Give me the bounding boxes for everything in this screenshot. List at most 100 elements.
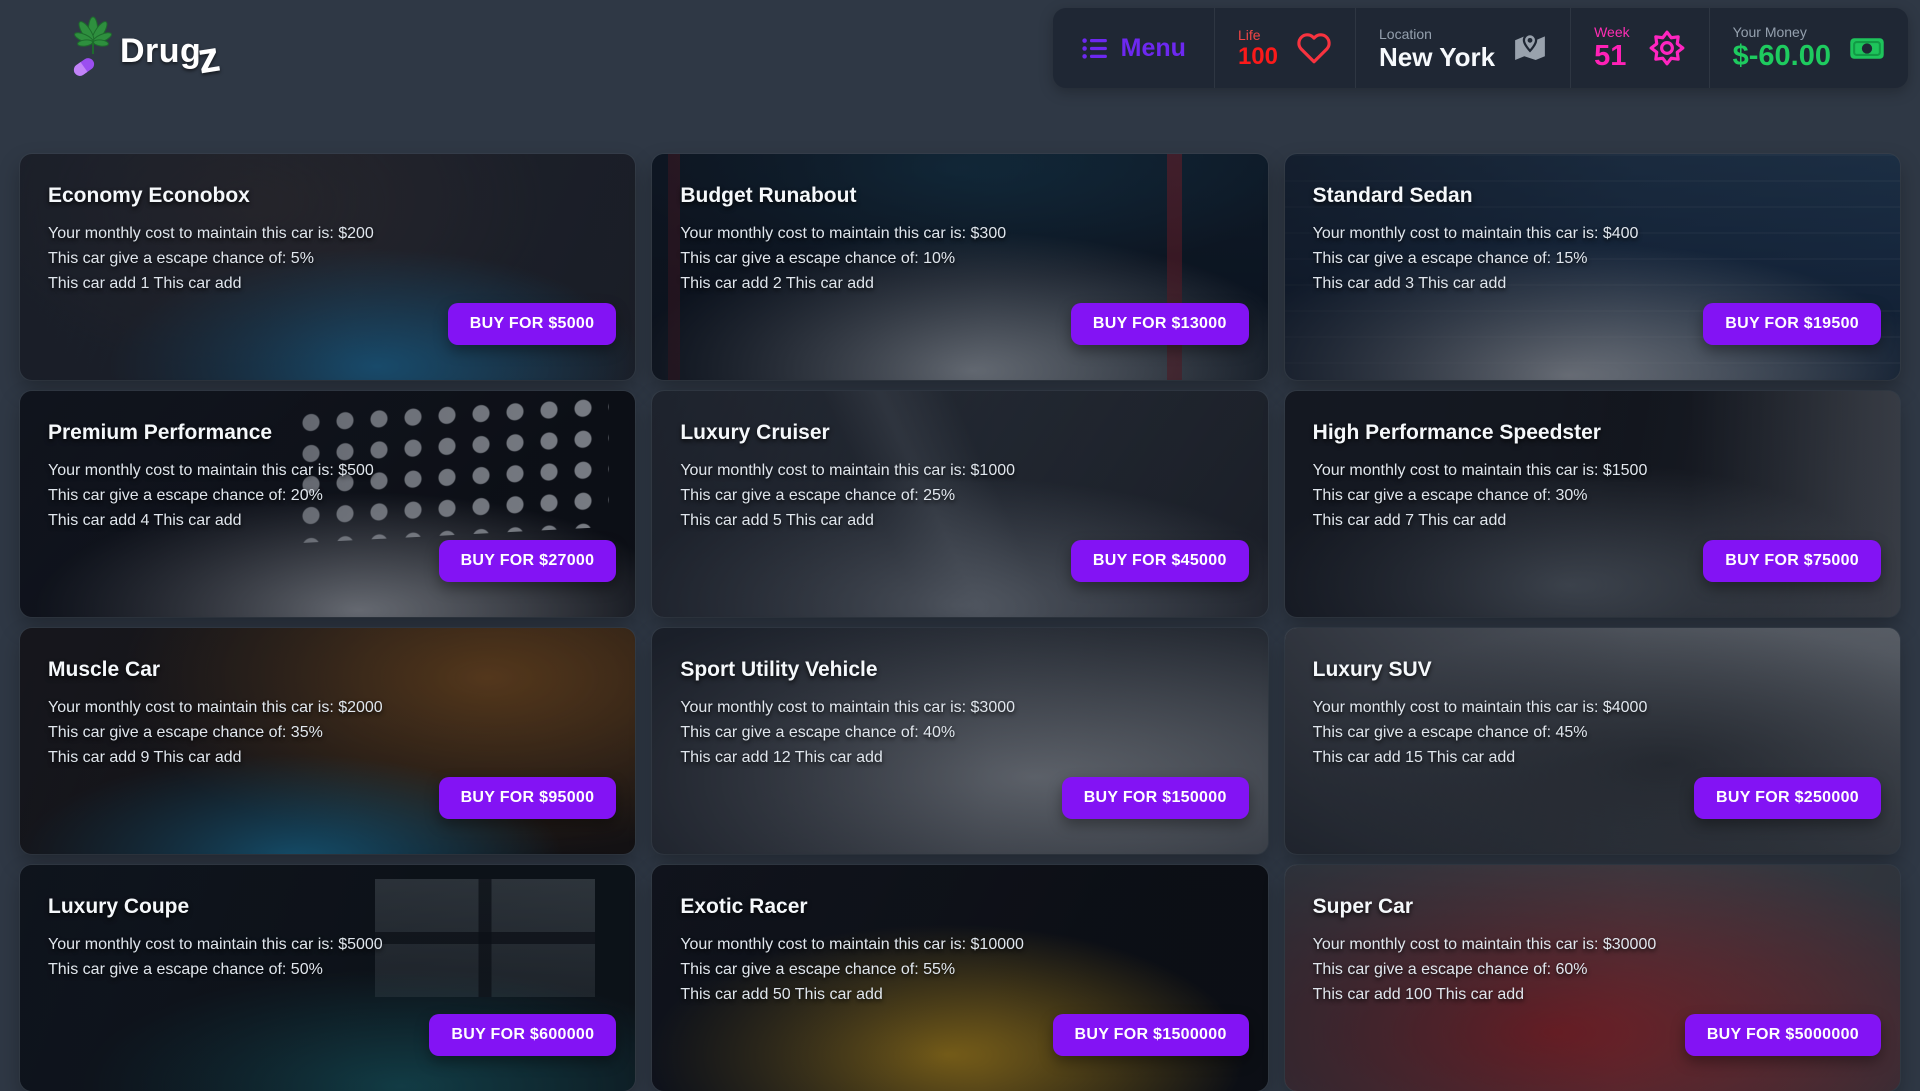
car-name: Budget Runabout: [680, 184, 1239, 208]
car-add-line: This car add 15 This car add: [1313, 749, 1872, 767]
car-card-content: Luxury Cruiser Your monthly cost to main…: [652, 391, 1267, 530]
car-name: Luxury SUV: [1313, 658, 1872, 682]
car-escape-chance-line: This car give a escape chance of: 30%: [1313, 487, 1872, 505]
buy-button[interactable]: BUY FOR $13000: [1071, 303, 1249, 345]
pill-icon: [72, 56, 97, 78]
buy-button[interactable]: BUY FOR $5000: [448, 303, 617, 345]
car-card: High Performance Speedster Your monthly …: [1285, 391, 1900, 617]
car-monthly-cost-line: Your monthly cost to maintain this car i…: [48, 936, 607, 954]
car-card: Exotic Racer Your monthly cost to mainta…: [652, 865, 1267, 1091]
buy-button[interactable]: BUY FOR $150000: [1062, 777, 1249, 819]
car-card-content: Sport Utility Vehicle Your monthly cost …: [652, 628, 1267, 767]
week-value: 51: [1594, 42, 1630, 71]
life-value: 100: [1238, 45, 1278, 69]
car-name: Exotic Racer: [680, 895, 1239, 919]
car-monthly-cost-line: Your monthly cost to maintain this car i…: [1313, 699, 1872, 717]
buy-button[interactable]: BUY FOR $45000: [1071, 540, 1249, 582]
life-label: Life: [1238, 28, 1278, 42]
car-name: Luxury Cruiser: [680, 421, 1239, 445]
car-escape-chance-line: This car give a escape chance of: 40%: [680, 724, 1239, 742]
car-monthly-cost-line: Your monthly cost to maintain this car i…: [1313, 225, 1872, 243]
app-logo[interactable]: Drugz: [62, 8, 220, 88]
car-monthly-cost-line: Your monthly cost to maintain this car i…: [680, 936, 1239, 954]
car-card: Standard Sedan Your monthly cost to main…: [1285, 154, 1900, 380]
week-label: Week: [1594, 25, 1630, 39]
car-card-content: Luxury SUV Your monthly cost to maintain…: [1285, 628, 1900, 767]
car-card: Budget Runabout Your monthly cost to mai…: [652, 154, 1267, 380]
heart-icon: [1296, 31, 1332, 65]
car-name: Super Car: [1313, 895, 1872, 919]
car-card: Premium Performance Your monthly cost to…: [20, 391, 635, 617]
car-monthly-cost-line: Your monthly cost to maintain this car i…: [48, 225, 607, 243]
gear-icon: [1648, 29, 1686, 67]
car-monthly-cost-line: Your monthly cost to maintain this car i…: [48, 462, 607, 480]
car-card-content: Luxury Coupe Your monthly cost to mainta…: [20, 865, 635, 979]
car-monthly-cost-line: Your monthly cost to maintain this car i…: [680, 225, 1239, 243]
car-escape-chance-line: This car give a escape chance of: 20%: [48, 487, 607, 505]
car-add-line: This car add 12 This car add: [680, 749, 1239, 767]
car-add-line: This car add 1 This car add: [48, 275, 607, 293]
money-value: $-60.00: [1733, 42, 1831, 71]
car-card-content: Exotic Racer Your monthly cost to mainta…: [652, 865, 1267, 1004]
car-escape-chance-line: This car give a escape chance of: 15%: [1313, 250, 1872, 268]
money-stat: Your Money $-60.00: [1709, 8, 1908, 88]
car-name: Luxury Coupe: [48, 895, 607, 919]
buy-button[interactable]: BUY FOR $27000: [439, 540, 617, 582]
buy-button[interactable]: BUY FOR $1500000: [1053, 1014, 1249, 1056]
car-escape-chance-line: This car give a escape chance of: 25%: [680, 487, 1239, 505]
car-name: Standard Sedan: [1313, 184, 1872, 208]
car-card-content: High Performance Speedster Your monthly …: [1285, 391, 1900, 530]
car-monthly-cost-line: Your monthly cost to maintain this car i…: [1313, 462, 1872, 480]
car-card-content: Economy Econobox Your monthly cost to ma…: [20, 154, 635, 293]
car-name: Muscle Car: [48, 658, 607, 682]
car-escape-chance-line: This car give a escape chance of: 10%: [680, 250, 1239, 268]
car-card: Muscle Car Your monthly cost to maintain…: [20, 628, 635, 854]
car-add-line: This car add 2 This car add: [680, 275, 1239, 293]
car-add-line: This car add 50 This car add: [680, 986, 1239, 1004]
car-add-line: This car add 9 This car add: [48, 749, 607, 767]
car-escape-chance-line: This car give a escape chance of: 45%: [1313, 724, 1872, 742]
car-monthly-cost-line: Your monthly cost to maintain this car i…: [680, 462, 1239, 480]
buy-button[interactable]: BUY FOR $5000000: [1685, 1014, 1881, 1056]
car-card: Luxury SUV Your monthly cost to maintain…: [1285, 628, 1900, 854]
buy-button[interactable]: BUY FOR $19500: [1703, 303, 1881, 345]
money-label: Your Money: [1733, 25, 1831, 39]
car-shop-grid: Economy Econobox Your monthly cost to ma…: [20, 154, 1900, 1091]
car-add-line: This car add 7 This car add: [1313, 512, 1872, 530]
car-add-line: This car add 4 This car add: [48, 512, 607, 530]
car-monthly-cost-line: Your monthly cost to maintain this car i…: [48, 699, 607, 717]
car-card-content: Budget Runabout Your monthly cost to mai…: [652, 154, 1267, 293]
car-escape-chance-line: This car give a escape chance of: 5%: [48, 250, 607, 268]
car-add-line: This car add 3 This car add: [1313, 275, 1872, 293]
week-stat: Week 51: [1570, 8, 1709, 88]
car-name: High Performance Speedster: [1313, 421, 1872, 445]
car-card: Economy Econobox Your monthly cost to ma…: [20, 154, 635, 380]
car-escape-chance-line: This car give a escape chance of: 50%: [48, 961, 607, 979]
money-icon: [1849, 36, 1885, 61]
buy-button[interactable]: BUY FOR $95000: [439, 777, 617, 819]
menu-list-icon: [1081, 35, 1108, 62]
car-escape-chance-line: This car give a escape chance of: 55%: [680, 961, 1239, 979]
car-name: Economy Econobox: [48, 184, 607, 208]
car-monthly-cost-line: Your monthly cost to maintain this car i…: [1313, 936, 1872, 954]
cannabis-leaf-icon: [62, 15, 126, 81]
car-card-content: Standard Sedan Your monthly cost to main…: [1285, 154, 1900, 293]
car-name: Sport Utility Vehicle: [680, 658, 1239, 682]
car-escape-chance-line: This car give a escape chance of: 60%: [1313, 961, 1872, 979]
car-monthly-cost-line: Your monthly cost to maintain this car i…: [680, 699, 1239, 717]
car-card-content: Muscle Car Your monthly cost to maintain…: [20, 628, 635, 767]
car-card-content: Super Car Your monthly cost to maintain …: [1285, 865, 1900, 1004]
hud-panel: Menu Life 100 Location New York: [1053, 8, 1908, 88]
buy-button[interactable]: BUY FOR $600000: [429, 1014, 616, 1056]
buy-button[interactable]: BUY FOR $250000: [1694, 777, 1881, 819]
location-stat: Location New York: [1355, 8, 1570, 88]
buy-button[interactable]: BUY FOR $75000: [1703, 540, 1881, 582]
car-escape-chance-line: This car give a escape chance of: 35%: [48, 724, 607, 742]
location-value: New York: [1379, 44, 1495, 70]
life-stat: Life 100: [1214, 8, 1355, 88]
car-name: Premium Performance: [48, 421, 607, 445]
map-icon: [1513, 31, 1547, 65]
car-card: Super Car Your monthly cost to maintain …: [1285, 865, 1900, 1091]
car-add-line: This car add 100 This car add: [1313, 986, 1872, 1004]
menu-button[interactable]: Menu: [1053, 8, 1214, 88]
